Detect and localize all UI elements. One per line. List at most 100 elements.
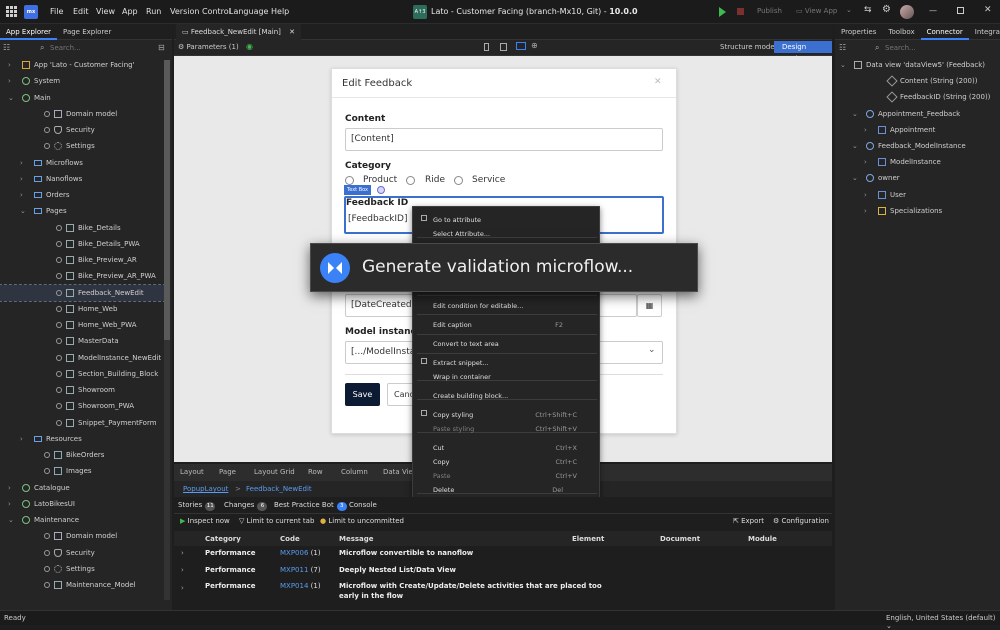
layout-bar-row[interactable]: Row xyxy=(308,468,323,476)
run-icon[interactable] xyxy=(719,7,726,17)
tab-best-practice-bot[interactable]: Best Practice Bot 3 xyxy=(274,501,347,511)
tab-close-icon[interactable]: ✕ xyxy=(289,28,295,36)
table-row[interactable]: › Performance MXP006 (1) Microflow converti… xyxy=(174,546,832,562)
context-item-copy[interactable]: Copy Ctrl+C xyxy=(413,455,599,468)
column-header-element[interactable]: Element xyxy=(572,535,604,543)
tree-item-nanoflows[interactable]: › Nanoflows xyxy=(0,171,164,187)
sync-icon[interactable]: ⇆ xyxy=(864,5,872,15)
row-code[interactable]: MXP011 (7) xyxy=(280,566,321,574)
radio-service[interactable] xyxy=(454,176,463,185)
rule-code-link[interactable]: MXP006 xyxy=(280,549,308,557)
chevron-right-icon[interactable]: › xyxy=(20,171,28,187)
breadcrumb-popuplayout[interactable]: PopupLayout xyxy=(183,481,228,497)
tree-item-resources[interactable]: › Resources xyxy=(0,431,164,447)
tablet-view-icon[interactable] xyxy=(500,43,507,51)
tree-view-icon[interactable]: ☷ xyxy=(3,43,10,52)
design-mode-button[interactable]: Design mode xyxy=(774,41,832,63)
tree-item-bike-preview-ar[interactable]: Bike_Preview_AR xyxy=(0,252,164,268)
chevron-right-icon[interactable]: › xyxy=(20,431,28,447)
context-item-select-attribute[interactable]: Select Attribute... xyxy=(413,227,599,240)
calendar-button[interactable]: ▦ xyxy=(637,294,662,317)
tree-item-images[interactable]: Images xyxy=(0,463,164,479)
rule-code-link[interactable]: MXP014 xyxy=(280,582,308,590)
menu-app[interactable]: App xyxy=(122,7,138,16)
connector-item-content-string-200[interactable]: Content (String (200)) xyxy=(835,73,1000,89)
gear-icon[interactable]: ⚙ xyxy=(882,4,891,15)
context-item-extract-snippet[interactable]: Extract snippet... xyxy=(413,356,599,369)
menu-language[interactable]: Language xyxy=(229,7,268,16)
chevron-right-icon[interactable]: › xyxy=(864,187,872,203)
column-header-code[interactable]: Code xyxy=(280,535,300,543)
tab-connector[interactable]: Connector xyxy=(920,24,969,40)
menu-file[interactable]: File xyxy=(50,7,63,16)
menu-view[interactable]: View xyxy=(96,7,115,16)
context-item-edit-caption[interactable]: Edit caption F2 xyxy=(413,318,599,331)
radio-product[interactable] xyxy=(345,176,354,185)
chevron-down-icon[interactable]: ⌄ xyxy=(8,90,16,106)
menu-version-control[interactable]: Version Control xyxy=(170,7,231,16)
stop-icon[interactable] xyxy=(737,8,744,15)
tree-item-showroom-pwa[interactable]: Showroom_PWA xyxy=(0,398,164,414)
connector-item-user[interactable]: › User xyxy=(835,187,1000,203)
tree-item-masterdata[interactable]: MasterData xyxy=(0,333,164,349)
tree-item-security[interactable]: Security xyxy=(0,122,164,138)
chevron-right-icon[interactable]: › xyxy=(20,187,28,203)
tab-app-explorer[interactable]: App Explorer xyxy=(0,24,58,40)
tab-properties[interactable]: Properties xyxy=(835,24,882,40)
row-code[interactable]: MXP014 (1) xyxy=(280,582,321,590)
tree-item-pages[interactable]: ⌄ Pages xyxy=(0,203,164,219)
context-item-edit-condition-for-editable[interactable]: Edit condition for editable... xyxy=(413,299,599,312)
context-item-delete[interactable]: Delete Del xyxy=(413,483,599,496)
export-button[interactable]: ⇱ Export xyxy=(733,517,764,525)
chevron-down-icon[interactable]: ⌄ xyxy=(852,138,860,154)
row-code[interactable]: MXP006 (1) xyxy=(280,549,321,557)
tab-stories[interactable]: Stories 11 xyxy=(178,501,216,511)
layout-bar-layout-grid[interactable]: Layout Grid xyxy=(254,468,295,476)
minimize-icon[interactable]: — xyxy=(929,6,937,15)
chevron-down-icon[interactable]: ⌄ xyxy=(852,170,860,186)
chevron-right-icon[interactable]: › xyxy=(181,584,184,592)
tree-item-bike-preview-ar-pwa[interactable]: Bike_Preview_AR_PWA xyxy=(0,268,164,284)
tree-item-system[interactable]: › System xyxy=(0,73,164,89)
chevron-right-icon[interactable]: › xyxy=(8,73,16,89)
chevron-right-icon[interactable]: › xyxy=(864,154,872,170)
tree-item-maintenance[interactable]: ⌄ Maintenance xyxy=(0,512,164,528)
tab-feedback-newedit[interactable]: ▭ Feedback_NewEdit [Main] ✕ xyxy=(176,24,302,40)
tree-item-bike-details-pwa[interactable]: Bike_Details_PWA xyxy=(0,236,164,252)
inspect-now-button[interactable]: ▶ Inspect now xyxy=(180,517,230,525)
chevron-right-icon[interactable]: › xyxy=(181,566,184,574)
tree-item-domain-model[interactable]: Domain model xyxy=(0,106,164,122)
menu-edit[interactable]: Edit xyxy=(73,7,89,16)
limit-uncommitted-toggle[interactable]: ● Limit to uncommitted xyxy=(320,517,404,525)
context-item-copy-styling[interactable]: Copy styling Ctrl+Shift+C xyxy=(413,408,599,421)
left-search-input[interactable] xyxy=(50,42,150,54)
chevron-down-icon[interactable]: ⌄ xyxy=(852,106,860,122)
tree-item-security[interactable]: Security xyxy=(0,545,164,561)
configuration-button[interactable]: ⚙ Configuration xyxy=(773,517,829,525)
app-grid-icon[interactable] xyxy=(6,6,17,17)
limit-tab-toggle[interactable]: ▽ Limit to current tab xyxy=(239,517,314,525)
context-item-wrap-in-container[interactable]: Wrap in container xyxy=(413,370,599,383)
rule-code-link[interactable]: MXP011 xyxy=(280,566,308,574)
textbox-tag-icon[interactable] xyxy=(377,186,385,194)
tab-toolbox[interactable]: Toolbox xyxy=(882,24,920,40)
tree-item-bike-details[interactable]: Bike_Details xyxy=(0,220,164,236)
connector-item-data-view-dataview5-feedback[interactable]: ⌄ Data view 'dataView5' (Feedback) xyxy=(835,57,1000,73)
tree-item-microflows[interactable]: › Microflows xyxy=(0,155,164,171)
view-app-button[interactable]: ▭ View App xyxy=(796,7,837,15)
save-button[interactable]: Save xyxy=(345,383,380,406)
chevron-right-icon[interactable]: › xyxy=(8,496,16,512)
breadcrumb-feedback-newedit[interactable]: Feedback_NewEdit xyxy=(246,481,312,497)
table-row[interactable]: › Performance MXP014 (1) Microflow with Cre… xyxy=(174,579,832,600)
collapse-all-icon[interactable]: ⊟ xyxy=(158,43,165,52)
tree-item-settings[interactable]: Settings xyxy=(0,561,164,577)
avatar[interactable] xyxy=(900,5,914,19)
connector-item-feedback-modelinstance[interactable]: ⌄ Feedback_ModelInstance xyxy=(835,138,1000,154)
tree-item-latobikesui[interactable]: › LatoBikesUI xyxy=(0,496,164,512)
layout-bar-layout[interactable]: Layout xyxy=(180,468,204,476)
content-field[interactable]: [Content] xyxy=(345,128,663,151)
radio-ride[interactable] xyxy=(406,176,415,185)
phone-view-icon[interactable] xyxy=(484,43,489,51)
tree-item-section-building-block[interactable]: Section_Building_Block xyxy=(0,366,164,382)
chevron-down-icon[interactable]: ⌄ xyxy=(840,57,848,73)
